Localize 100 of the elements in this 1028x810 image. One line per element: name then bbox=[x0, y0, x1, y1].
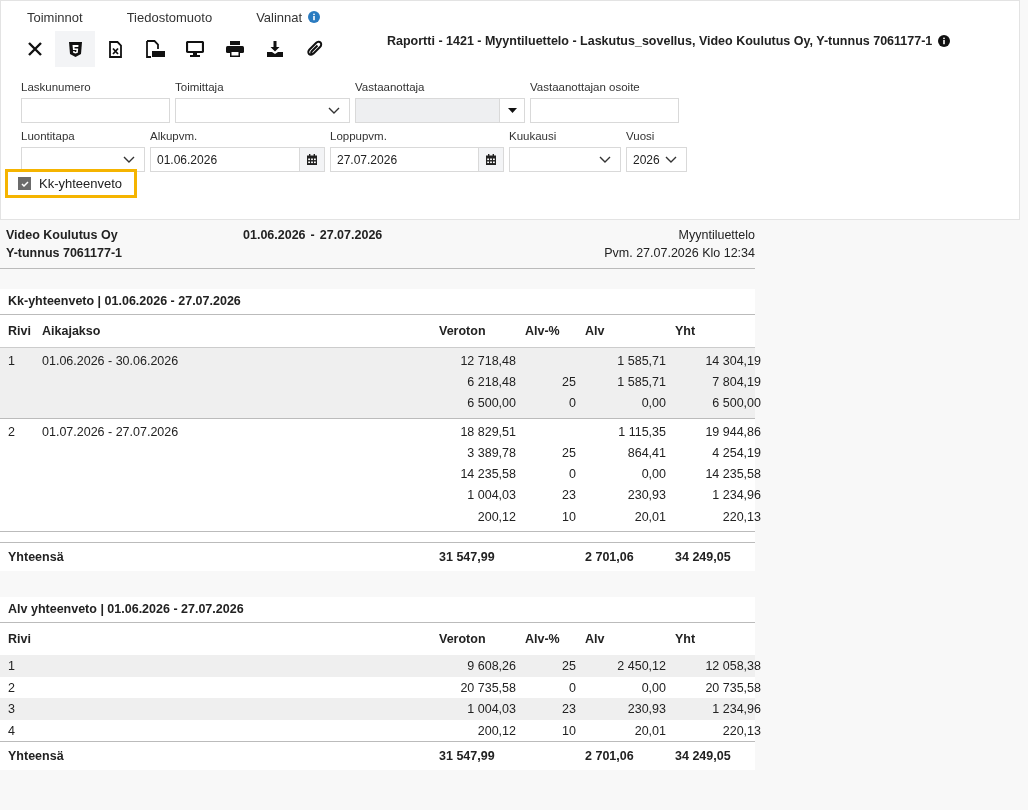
total-cell: 34 249,05 bbox=[675, 550, 731, 565]
table-cell: 20 735,58 bbox=[705, 680, 761, 695]
menu-item[interactable]: Toiminnot bbox=[27, 9, 83, 25]
table-cell: 0 bbox=[569, 467, 576, 482]
table-cell: 2 bbox=[8, 680, 15, 695]
table-cell: 200,12 bbox=[477, 723, 516, 738]
total-cell: 2 701,06 bbox=[585, 550, 634, 565]
monitor-icon bbox=[186, 41, 204, 57]
field-label: Laskunumero bbox=[21, 81, 92, 93]
column-header: Rivi bbox=[8, 324, 32, 338]
table-cell: 25 bbox=[562, 659, 576, 674]
total-cell: 2 701,06 bbox=[585, 749, 634, 764]
table-cell: 6 500,00 bbox=[712, 396, 761, 411]
select-field[interactable]: 2026 bbox=[626, 147, 687, 172]
field-label: Alkupvm. bbox=[150, 130, 199, 142]
spreadsheet-file-icon bbox=[108, 40, 122, 58]
date-field[interactable]: 01.06.2026 bbox=[150, 147, 325, 172]
period-start: 01.06.2026 bbox=[243, 228, 306, 242]
field-label: Loppupvm. bbox=[330, 130, 388, 142]
table-cell: 18 829,51 bbox=[460, 424, 516, 439]
check-icon bbox=[20, 180, 29, 187]
menu-item[interactable]: Valinnat bbox=[256, 9, 303, 25]
table-cell: 1 bbox=[8, 659, 15, 674]
field-label: Luontitapa bbox=[21, 130, 76, 142]
printer-icon bbox=[226, 41, 244, 57]
table-cell: 220,13 bbox=[722, 509, 761, 524]
total-cell: 31 547,99 bbox=[439, 550, 495, 565]
table-cell: 1 004,03 bbox=[467, 488, 516, 503]
column-header: Alv bbox=[585, 632, 605, 647]
date-field[interactable]: 27.07.2026 bbox=[330, 147, 504, 172]
table-cell: 3 bbox=[8, 702, 15, 717]
table-cell: 7 804,19 bbox=[712, 374, 761, 389]
table-cell: 6 500,00 bbox=[467, 396, 516, 411]
html-file-icon bbox=[68, 41, 82, 57]
menu-item[interactable]: Tiedostomuoto bbox=[126, 9, 213, 25]
table-cell: 230,93 bbox=[627, 702, 666, 717]
field-label: Toimittaja bbox=[175, 81, 225, 93]
paperclip-icon bbox=[307, 40, 323, 58]
table-cell: 0,00 bbox=[641, 467, 666, 482]
summary-checkbox[interactable]: Kk-yhteenveto bbox=[5, 169, 138, 198]
table-cell: 9 608,26 bbox=[467, 659, 516, 674]
column-header: Yht bbox=[674, 324, 697, 338]
column-header: Veroton bbox=[439, 632, 486, 647]
column-header: Aikajakso bbox=[42, 324, 102, 338]
column-header: Yht bbox=[675, 632, 696, 647]
field-label: Vastaanottaja bbox=[355, 81, 426, 93]
calendar-icon bbox=[307, 154, 317, 165]
table-cell: 1 004,03 bbox=[467, 702, 516, 717]
company-name: Video Koulutus Oy bbox=[6, 228, 119, 242]
text-field[interactable] bbox=[530, 98, 679, 123]
column-header: Alv bbox=[584, 324, 606, 338]
table-cell: 0 bbox=[569, 396, 576, 411]
table-cell: 10 bbox=[562, 723, 576, 738]
table-cell: 220,13 bbox=[722, 723, 761, 738]
total-label: Yhteensä bbox=[8, 550, 64, 565]
text-field[interactable] bbox=[21, 98, 170, 123]
table-cell: 0,00 bbox=[641, 680, 666, 695]
section-title: Kk-yhteenveto | 01.06.2026 - 27.07.2026 bbox=[0, 289, 755, 315]
total-label: Yhteensä bbox=[8, 749, 64, 764]
table-cell: 2 bbox=[8, 424, 15, 439]
total-cell: 31 547,99 bbox=[439, 749, 495, 764]
column-header: Alv-% bbox=[525, 632, 560, 647]
table-cell: 4 bbox=[8, 723, 15, 738]
pdf-file-icon bbox=[145, 40, 165, 58]
table-cell: 1 585,71 bbox=[617, 353, 666, 368]
table-cell: 01.06.2026 - 30.06.2026 bbox=[42, 353, 179, 368]
table-cell: 0 bbox=[569, 680, 576, 695]
table-cell: 4 254,19 bbox=[712, 445, 761, 460]
column-header: Veroton bbox=[438, 324, 487, 338]
table-cell: 864,41 bbox=[627, 445, 666, 460]
table-cell: 14 304,19 bbox=[705, 353, 761, 368]
chevron-down-icon bbox=[665, 156, 677, 163]
print-date: Pvm. 27.07.2026 Klo 12:34 bbox=[604, 246, 755, 260]
field-label: Kuukausi bbox=[509, 130, 558, 142]
table-cell: 19 944,86 bbox=[705, 424, 761, 439]
select-field[interactable] bbox=[175, 98, 350, 123]
table-cell: 20 735,58 bbox=[460, 680, 516, 695]
table-cell: 23 bbox=[562, 702, 576, 717]
chevron-down-icon bbox=[123, 156, 135, 163]
select-field[interactable] bbox=[509, 147, 621, 172]
table-cell: 12 718,48 bbox=[460, 353, 516, 368]
table-cell: 12 058,38 bbox=[705, 659, 761, 674]
table-cell: 20,01 bbox=[634, 723, 666, 738]
chevron-down-icon bbox=[599, 156, 611, 163]
table-cell: 25 bbox=[562, 374, 576, 389]
table-cell: 14 235,58 bbox=[705, 467, 761, 482]
table-cell: 200,12 bbox=[477, 509, 516, 524]
info-icon[interactable] bbox=[938, 35, 951, 47]
table-cell: 25 bbox=[562, 445, 576, 460]
table-cell: 01.07.2026 - 27.07.2026 bbox=[42, 424, 179, 439]
report-title: Raportti - 1421 - Myyntiluettelo - Laskutus_sovellus, Video Koulutus Oy, Y-tunnus 7061177-1 bbox=[387, 34, 933, 48]
business-id: Y-tunnus 7061177-1 bbox=[6, 246, 124, 260]
table-cell: 10 bbox=[562, 509, 576, 524]
html-file-button[interactable] bbox=[55, 31, 95, 67]
table-cell: 23 bbox=[562, 488, 576, 503]
table-cell: 1 234,96 bbox=[712, 702, 761, 717]
table-cell: 20,01 bbox=[634, 509, 666, 524]
field-label: Vastaanottajan osoite bbox=[530, 81, 641, 93]
period-end: 27.07.2026 bbox=[319, 228, 383, 242]
download-icon bbox=[267, 41, 283, 57]
